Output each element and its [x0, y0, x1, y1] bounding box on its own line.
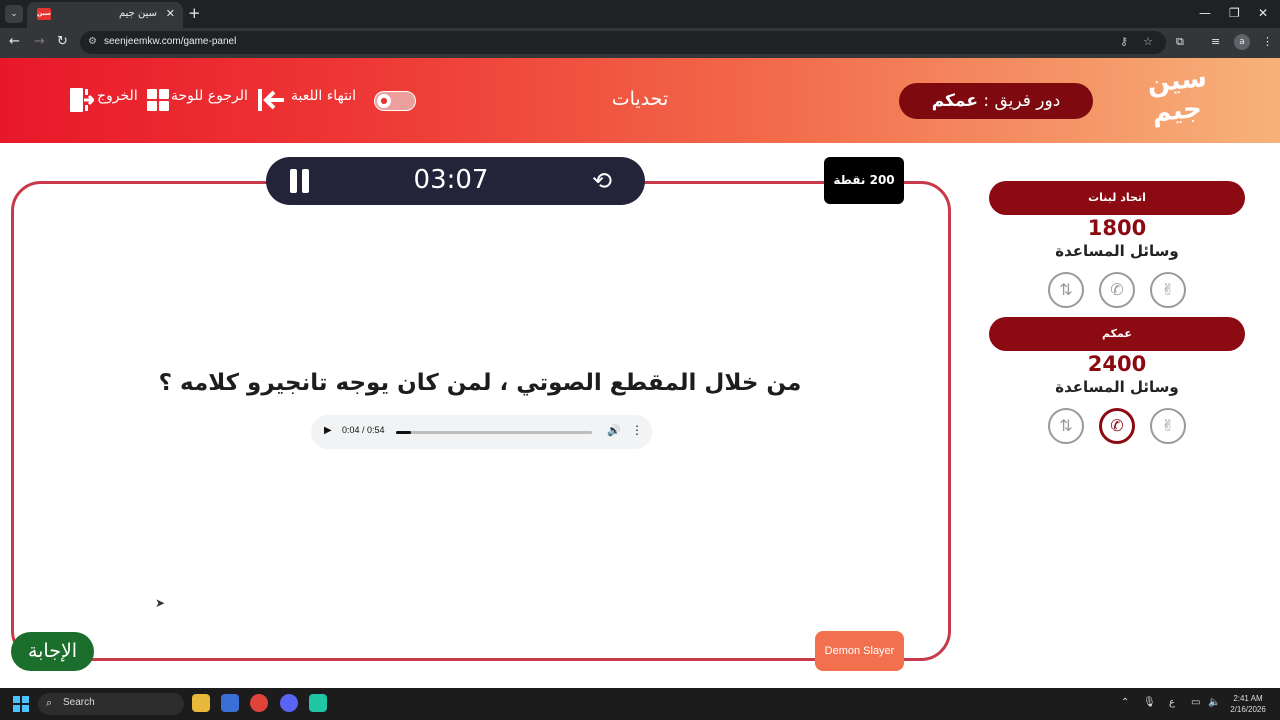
- team-turn-indicator: دور فريق : عمكم: [899, 83, 1093, 119]
- restore-icon[interactable]: ❐: [1229, 6, 1240, 20]
- taskbar-clock[interactable]: 2:41 AM 2/16/2026: [1222, 693, 1274, 715]
- answer-button[interactable]: الإجابة: [11, 632, 94, 671]
- site-logo: سين جيم: [1142, 63, 1212, 136]
- language-indicator[interactable]: ع: [1169, 697, 1175, 708]
- team-name-bar: اتحاد لبنات: [989, 181, 1245, 215]
- app-icon[interactable]: [309, 694, 327, 712]
- tray-chevron-icon[interactable]: ⌃: [1121, 697, 1129, 708]
- volume-icon[interactable]: 🔊: [607, 424, 621, 437]
- clock-time: 2:41 AM: [1233, 694, 1263, 703]
- team-score: 1800: [1087, 216, 1147, 240]
- minimize-icon[interactable]: —: [1199, 6, 1211, 20]
- exit-door-icon[interactable]: [70, 87, 94, 113]
- url-text[interactable]: seenjeemkw.com/game-panel: [104, 36, 236, 47]
- logo-line-2: جيم: [1150, 93, 1204, 129]
- windows-taskbar: ⌕ Search ⌃ 🎙 ع ▭ 🔈 2:41 AM 2/16/2026: [0, 688, 1280, 720]
- aids-label: وسائل المساعدة: [1055, 242, 1179, 260]
- chrome-icon[interactable]: [250, 694, 268, 712]
- reading-list-icon[interactable]: ≡: [1211, 35, 1220, 48]
- game-header: سين جيم دور فريق : عمكم تحديات ● انتهاء …: [0, 58, 1280, 143]
- pause-icon[interactable]: [290, 169, 310, 193]
- reset-timer-icon[interactable]: ⟲: [592, 167, 612, 195]
- password-key-icon[interactable]: ⚷: [1120, 35, 1128, 48]
- tab-close-icon[interactable]: ✕: [166, 7, 175, 20]
- network-icon[interactable]: ▭: [1191, 697, 1200, 708]
- site-info-icon[interactable]: ⚙: [88, 36, 97, 47]
- more-options-icon[interactable]: ⋮: [631, 423, 643, 437]
- toggle-knob-icon: ●: [377, 94, 391, 108]
- tab-list-button[interactable]: ⌄: [5, 5, 23, 23]
- play-icon[interactable]: ▶: [324, 425, 332, 436]
- microphone-icon[interactable]: 🎙: [1143, 697, 1156, 708]
- window-close-icon[interactable]: ✕: [1258, 6, 1268, 20]
- turn-prefix: دور فريق :: [977, 91, 1061, 111]
- browser-tab[interactable]: سين سين جيم ✕: [27, 2, 183, 28]
- audio-time: 0:04 / 0:54: [342, 425, 385, 435]
- page-title: تحديات: [611, 88, 669, 110]
- search-label: Search: [63, 697, 95, 708]
- address-bar[interactable]: ⚙ seenjeemkw.com/game-panel ⚷ ☆: [80, 31, 1166, 54]
- end-game-toggle[interactable]: ●: [374, 91, 416, 111]
- two-answers-aid-icon[interactable]: ⇅: [1048, 408, 1084, 444]
- browser-tab-bar: ⌄ سين سين جيم ✕ + — ❐ ✕: [0, 0, 1280, 28]
- speaker-icon[interactable]: 🔈: [1208, 697, 1220, 708]
- windows-start-icon[interactable]: [13, 696, 29, 712]
- question-text: من خلال المقطع الصوتي ، لمن كان يوجه تان…: [158, 370, 802, 396]
- new-tab-button[interactable]: +: [188, 4, 201, 22]
- search-icon: ⌕: [46, 696, 53, 709]
- file-explorer-icon[interactable]: [192, 694, 210, 712]
- end-game-label[interactable]: انتهاء اللعبة: [291, 88, 356, 104]
- timer-bar: 03:07 ⟲: [266, 157, 645, 205]
- extensions-icon[interactable]: ⧉: [1176, 35, 1184, 49]
- profile-avatar[interactable]: a: [1234, 34, 1250, 50]
- mouse-cursor-icon: ➤: [155, 596, 166, 610]
- audio-player: ▶ 0:04 / 0:54 🔊 ⋮: [311, 415, 652, 449]
- audio-progress-fill: [396, 431, 411, 434]
- call-friend-aid-icon[interactable]: ✆: [1099, 408, 1135, 444]
- team-name-bar: عمكم: [989, 317, 1245, 351]
- browser-toolbar: ← → ↻ ⚙ seenjeemkw.com/game-panel ⚷ ☆ ⧉ …: [0, 28, 1280, 58]
- browser-menu-icon[interactable]: ⋮: [1262, 35, 1273, 48]
- reload-icon[interactable]: ↻: [57, 34, 68, 49]
- back-arrow-icon[interactable]: [258, 89, 286, 111]
- bookmark-star-icon[interactable]: ☆: [1143, 35, 1153, 48]
- tab-favicon-icon: سين: [37, 8, 51, 20]
- back-icon[interactable]: ←: [9, 34, 20, 49]
- back-to-board-label[interactable]: الرجوع للوحة: [171, 88, 248, 104]
- tab-title: سين جيم: [118, 8, 157, 19]
- peace-hand-aid-icon[interactable]: ✌: [1150, 272, 1186, 308]
- two-answers-aid-icon[interactable]: ⇅: [1048, 272, 1084, 308]
- forward-icon[interactable]: →: [34, 34, 45, 49]
- exit-label[interactable]: الخروج: [97, 88, 138, 104]
- audio-seek-bar[interactable]: [396, 431, 592, 434]
- turn-team-name: عمكم: [931, 91, 978, 111]
- aids-label: وسائل المساعدة: [1055, 378, 1179, 396]
- points-badge: 200 نقطة: [824, 157, 904, 204]
- peace-hand-aid-icon[interactable]: ✌: [1150, 408, 1186, 444]
- timer-display: 03:07: [413, 165, 489, 195]
- taskbar-search-box[interactable]: ⌕ Search: [38, 693, 184, 715]
- call-friend-aid-icon[interactable]: ✆: [1099, 272, 1135, 308]
- store-icon[interactable]: [221, 694, 239, 712]
- clock-date: 2/16/2026: [1230, 705, 1266, 714]
- team-score: 2400: [1087, 352, 1147, 376]
- grid-board-icon[interactable]: [147, 89, 169, 111]
- discord-icon[interactable]: [280, 694, 298, 712]
- category-badge: Demon Slayer: [815, 631, 904, 671]
